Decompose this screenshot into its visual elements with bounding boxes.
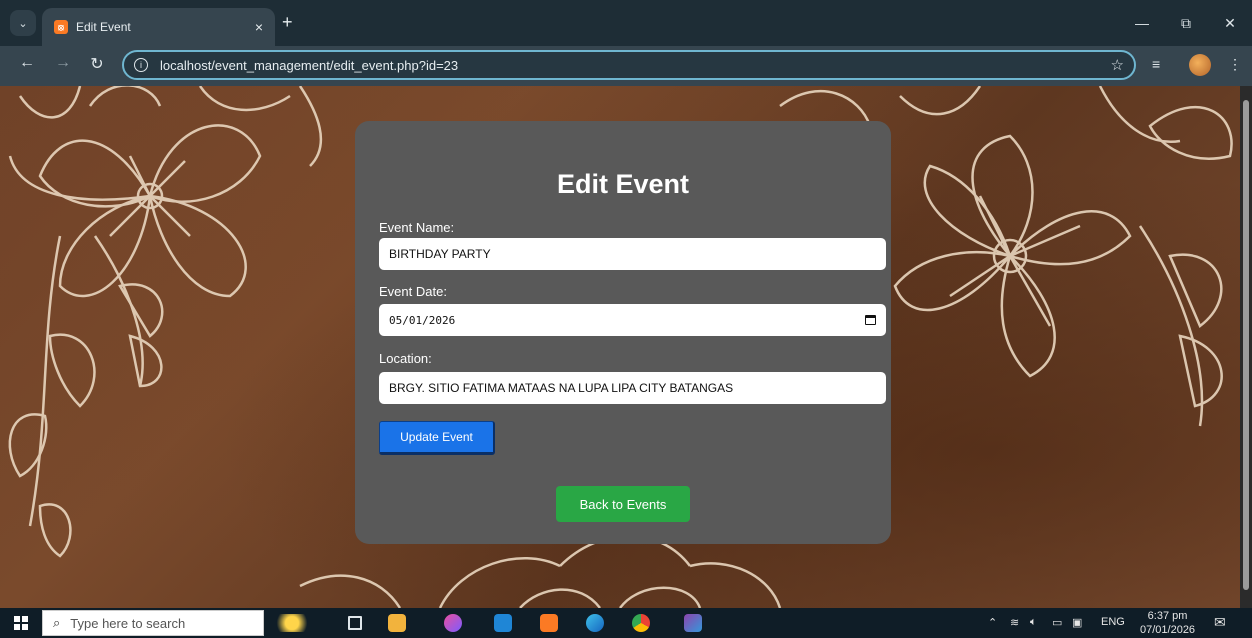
language-indicator[interactable]: ENG bbox=[1101, 616, 1125, 628]
back-button[interactable]: ← bbox=[16, 54, 38, 72]
xampp-icon[interactable] bbox=[540, 614, 558, 632]
sparkle-icon[interactable] bbox=[272, 614, 312, 632]
photos-icon[interactable] bbox=[684, 614, 702, 632]
windows-taskbar: ⌕ Type here to search ⌃ ≋ 🔈︎ ▭ ▣ ENG 6:3… bbox=[0, 608, 1252, 638]
close-window-button[interactable]: ✕ bbox=[1208, 0, 1252, 46]
new-tab-button[interactable]: + bbox=[282, 12, 293, 33]
browser-menu-icon[interactable]: ⋮ bbox=[1228, 56, 1242, 73]
input-method-icon[interactable]: ▣ bbox=[1072, 616, 1082, 629]
windows-start-icon[interactable] bbox=[14, 616, 28, 630]
tab-title: Edit Event bbox=[76, 20, 131, 34]
profile-avatar[interactable] bbox=[1189, 54, 1211, 76]
wifi-icon[interactable]: ≋ bbox=[1010, 616, 1019, 629]
reload-button[interactable]: ↻ bbox=[86, 54, 108, 74]
edge-icon[interactable] bbox=[586, 614, 604, 632]
url-text[interactable]: localhost/event_management/edit_event.ph… bbox=[160, 58, 1111, 73]
tab-close-icon[interactable]: × bbox=[255, 19, 263, 35]
event-name-label: Event Name: bbox=[379, 220, 455, 235]
page-title: Edit Event bbox=[556, 169, 690, 199]
vscode-icon[interactable] bbox=[494, 614, 512, 632]
minimize-button[interactable]: — bbox=[1120, 0, 1164, 46]
notification-icon[interactable]: ✉ bbox=[1214, 614, 1226, 631]
scrollbar-thumb[interactable] bbox=[1243, 100, 1249, 590]
battery-icon[interactable]: ▭ bbox=[1052, 616, 1062, 629]
browser-tab-strip: ⌄ ⦻ Edit Event × + — ⧉ ✕ bbox=[0, 0, 1252, 46]
tab-edit-event[interactable]: ⦻ Edit Event × bbox=[42, 8, 275, 46]
taskbar-search-box[interactable]: ⌕ Type here to search bbox=[42, 610, 264, 636]
task-view-icon[interactable] bbox=[348, 616, 362, 630]
event-date-label: Event Date: bbox=[379, 284, 447, 299]
search-placeholder: Type here to search bbox=[70, 615, 186, 631]
event-date-input[interactable]: 05/01/2026 bbox=[379, 304, 886, 336]
restore-button[interactable]: ⧉ bbox=[1164, 0, 1208, 46]
location-input[interactable]: BRGY. SITIO FATIMA MATAAS NA LUPA LIPA C… bbox=[379, 372, 886, 404]
clock-date: 07/01/2026 bbox=[1140, 624, 1196, 636]
system-clock[interactable]: 6:37 pm 07/01/2026 bbox=[1140, 609, 1195, 637]
update-event-button[interactable]: Update Event bbox=[379, 421, 495, 455]
page-viewport: Edit Event Event Name: BIRTHDAY PARTY Ev… bbox=[0, 86, 1240, 608]
back-to-events-button[interactable]: Back to Events bbox=[556, 486, 690, 522]
tray-chevron-icon[interactable]: ⌃ bbox=[988, 616, 997, 629]
edit-event-card: Edit Event Event Name: BIRTHDAY PARTY Ev… bbox=[355, 121, 891, 544]
clock-time: 6:37 pm bbox=[1147, 610, 1188, 622]
xampp-favicon-icon: ⦻ bbox=[54, 20, 68, 34]
forward-button[interactable]: → bbox=[52, 54, 74, 72]
bookmark-star-icon[interactable]: ☆ bbox=[1111, 56, 1124, 74]
chrome-icon[interactable] bbox=[632, 614, 650, 632]
address-bar[interactable]: i localhost/event_management/edit_event.… bbox=[122, 50, 1136, 80]
calendar-icon[interactable] bbox=[865, 315, 876, 325]
browser-toolbar: ← → ↻ i localhost/event_management/edit_… bbox=[0, 46, 1252, 86]
search-icon: ⌕ bbox=[53, 615, 61, 630]
event-name-input[interactable]: BIRTHDAY PARTY bbox=[379, 238, 886, 270]
volume-icon[interactable]: 🔈︎ bbox=[1030, 616, 1037, 629]
tab-search-button[interactable]: ⌄ bbox=[10, 10, 36, 36]
page-scrollbar[interactable] bbox=[1240, 86, 1252, 608]
event-date-value: 05/01/2026 bbox=[389, 313, 456, 327]
window-controls: — ⧉ ✕ bbox=[1120, 0, 1252, 46]
site-info-icon[interactable]: i bbox=[134, 58, 148, 72]
location-label: Location: bbox=[379, 351, 432, 366]
file-explorer-icon[interactable] bbox=[388, 614, 406, 632]
reading-list-icon[interactable]: ≡ bbox=[1152, 56, 1160, 72]
copilot-icon[interactable] bbox=[444, 614, 462, 632]
